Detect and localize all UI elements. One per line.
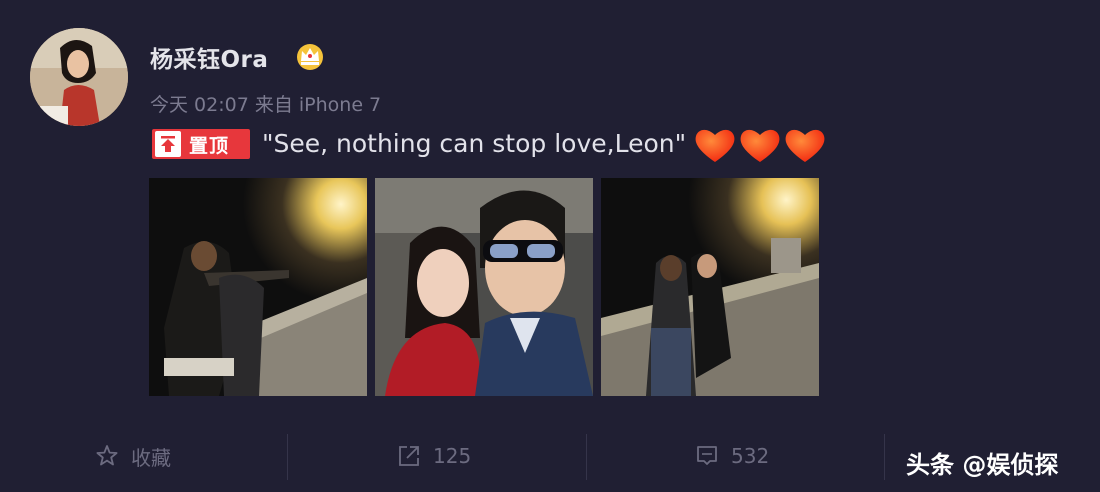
comment-button[interactable]: 532 — [695, 442, 769, 470]
heart-icon — [785, 129, 825, 162]
heart-icon — [740, 129, 780, 162]
username[interactable]: 杨采钰Ora — [150, 40, 268, 74]
avatar[interactable] — [30, 28, 128, 126]
heart-emoji-icon — [695, 129, 825, 162]
post-text: "See, nothing can stop love,Leon" — [262, 129, 687, 158]
comment-icon — [697, 446, 717, 465]
pin-top-icon — [155, 131, 181, 157]
crown-badge-icon — [297, 44, 323, 70]
photo-image — [375, 178, 593, 396]
post-photo-3[interactable] — [601, 178, 819, 396]
share-arrow-icon — [399, 446, 419, 466]
post-photo-2[interactable] — [375, 178, 593, 396]
watermark: 头条 @娱侦探 — [906, 451, 1059, 479]
avatar-image — [30, 28, 128, 126]
pinned-label: 置顶 — [189, 134, 230, 157]
divider — [287, 434, 288, 480]
heart-icon — [695, 129, 735, 162]
favorite-button[interactable]: 收藏 — [95, 442, 171, 470]
photo-image — [149, 178, 367, 396]
repost-button[interactable]: 125 — [397, 442, 471, 470]
divider — [586, 434, 587, 480]
favorite-label: 收藏 — [131, 445, 171, 470]
star-icon — [96, 445, 118, 466]
divider — [884, 434, 885, 480]
post-meta: 今天 02:07 来自 iPhone 7 — [150, 94, 382, 116]
post-photo-1[interactable] — [149, 178, 367, 396]
pinned-badge: 置顶 — [152, 129, 250, 159]
repost-count: 125 — [433, 444, 472, 468]
photo-image — [601, 178, 819, 396]
comment-count: 532 — [731, 444, 770, 468]
